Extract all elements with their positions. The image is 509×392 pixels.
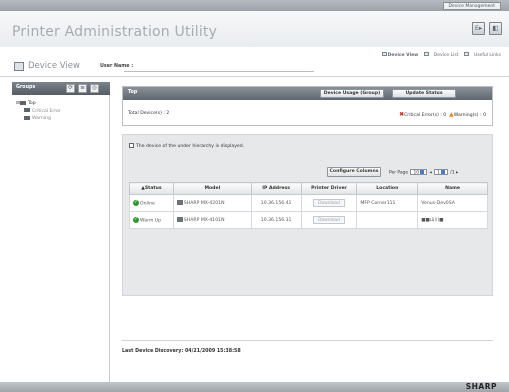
model-cell[interactable]: SHARP MX-4101N	[172, 211, 252, 229]
device-table: ▲Status Model IP Address Printer Driver …	[129, 182, 488, 229]
prev-page-icon[interactable]: ◂	[429, 171, 431, 176]
app-title: Printer Administration Utility	[12, 24, 218, 40]
location-cell: MFP Corner111	[356, 194, 419, 212]
column-header-status[interactable]: ▲Status	[129, 182, 174, 195]
download-driver-button[interactable]: Download	[313, 216, 345, 224]
chevron-down-icon	[440, 170, 445, 174]
update-status-button[interactable]: Update Status	[392, 89, 456, 98]
device-management-label: Device Management	[448, 4, 495, 9]
critical-count: Critical Error(s) : 0	[404, 113, 447, 118]
model-cell[interactable]: SHARP MX-4201N	[172, 194, 252, 212]
export-icon: E▸	[474, 24, 483, 32]
device-list-link[interactable]: Device List	[423, 52, 458, 58]
user-name-underline	[124, 71, 314, 72]
refresh-icon: ⟳	[68, 85, 73, 91]
main-content: Top Device Usage (Group) Update Status T…	[116, 82, 499, 382]
status-ok-icon: ✓	[133, 199, 139, 206]
folder-icon	[19, 100, 26, 105]
hierarchy-checkbox-label: The device of the under hierarchy is dis…	[136, 144, 245, 149]
last-device-discovery: Last Device Discovery: 04/21/2009 15:38:…	[122, 349, 241, 354]
footer-bar: SHARP	[0, 382, 509, 392]
useful-links-link[interactable]: Useful Links	[463, 52, 501, 58]
view-links: Device View Device List Useful Links	[378, 52, 501, 58]
help-icon: ◧	[492, 24, 499, 32]
configure-columns-button[interactable]: Configure Columns	[327, 167, 381, 177]
device-list-panel: The device of the under hierarchy is dis…	[122, 134, 493, 296]
printer-icon	[176, 200, 183, 205]
panel-title: Top	[128, 90, 138, 95]
device-management-link[interactable]: Device Management	[442, 2, 501, 10]
column-header-driver[interactable]: Printer Driver	[300, 182, 358, 195]
page-select[interactable]: 1	[434, 169, 448, 176]
download-driver-button[interactable]: Download	[313, 199, 345, 207]
group-tree: ⊟ Top Critical Error Warning	[16, 100, 61, 123]
page-total: /1	[450, 170, 455, 176]
folder-icon	[24, 115, 30, 120]
name-cell: ■■山川■	[417, 211, 488, 229]
per-page-select[interactable]: 10	[410, 169, 428, 176]
column-header-location[interactable]: Location	[356, 182, 419, 195]
groups-label: Groups	[16, 85, 36, 90]
warning-count: Warning(s) : 0	[453, 113, 486, 118]
location-cell	[356, 211, 419, 229]
tree-icon: ≡	[80, 85, 85, 91]
ip-cell: 10.36.156.41	[250, 194, 302, 212]
printer-icon	[176, 217, 183, 222]
tree-node-critical-error[interactable]: Critical Error	[16, 108, 61, 116]
status-cell: ✓ Online	[129, 194, 174, 212]
export-button[interactable]: E▸	[472, 22, 485, 35]
app-header: Printer Administration Utility E▸ ◧	[0, 11, 509, 47]
device-view-icon	[14, 62, 24, 71]
table-row[interactable]: ✓ Warm Up SHARP MX-4101N 10.36.156.31 Dow…	[129, 211, 488, 229]
top-bar: Device Management	[0, 0, 509, 11]
help-button[interactable]: ◧	[489, 22, 502, 35]
divider	[122, 340, 493, 341]
view-bar: Device View User Name : Device View Devi…	[0, 47, 509, 77]
brand-logo: SHARP	[465, 382, 497, 391]
useful-links-icon	[463, 52, 469, 56]
device-usage-button[interactable]: Device Usage (Group)	[320, 89, 384, 98]
hierarchy-checkbox[interactable]	[129, 143, 134, 148]
column-header-model[interactable]: Model	[172, 182, 252, 195]
driver-cell: Download	[300, 211, 358, 229]
status-ok-icon: ✓	[133, 216, 139, 223]
driver-cell: Download	[300, 194, 358, 212]
tree-node-top[interactable]: ⊟ Top	[16, 100, 61, 108]
column-header-name[interactable]: Name	[417, 182, 488, 195]
pagination: Per Page 10 ◂ 1 /1 ▸	[389, 169, 458, 176]
name-cell: Venus-Dev0SA	[417, 194, 488, 212]
status-cell: ✓ Warm Up	[129, 211, 174, 229]
device-view-link-icon	[381, 52, 387, 56]
search-icon: ◎	[92, 85, 97, 91]
tree-node-warning[interactable]: Warning	[16, 115, 61, 123]
per-page-label: Per Page	[389, 170, 409, 176]
next-page-icon[interactable]: ▸	[456, 171, 458, 176]
device-list-link-icon	[423, 52, 429, 56]
total-devices: Total Device(s) : 2	[128, 111, 170, 116]
table-row[interactable]: ✓ Online SHARP MX-4201N 10.36.156.41 Down…	[129, 194, 488, 212]
alert-counts: ✖Critical Error(s) : 0 ▲Warning(s) : 0	[399, 111, 486, 118]
groups-header: Groups ⟳ ≡ ◎	[12, 82, 110, 95]
folder-icon	[24, 108, 30, 112]
chevron-down-icon	[420, 170, 425, 174]
search-groups-button[interactable]: ◎	[90, 84, 99, 93]
device-view-title: Device View	[28, 61, 80, 71]
groups-sidebar: Groups ⟳ ≡ ◎ ⊟ Top Critical Error Warning	[12, 82, 110, 382]
user-name-label: User Name :	[100, 64, 134, 69]
panel-header: Top Device Usage (Group) Update Status	[123, 87, 492, 100]
device-view-link[interactable]: Device View	[381, 52, 418, 58]
column-header-ip[interactable]: IP Address	[250, 182, 302, 195]
tree-view-button[interactable]: ≡	[78, 84, 87, 93]
hierarchy-checkbox-row[interactable]: The device of the under hierarchy is dis…	[129, 143, 244, 149]
group-summary-panel: Top Device Usage (Group) Update Status T…	[122, 86, 493, 126]
refresh-groups-button[interactable]: ⟳	[66, 84, 75, 93]
ip-cell: 10.36.156.31	[250, 211, 302, 229]
